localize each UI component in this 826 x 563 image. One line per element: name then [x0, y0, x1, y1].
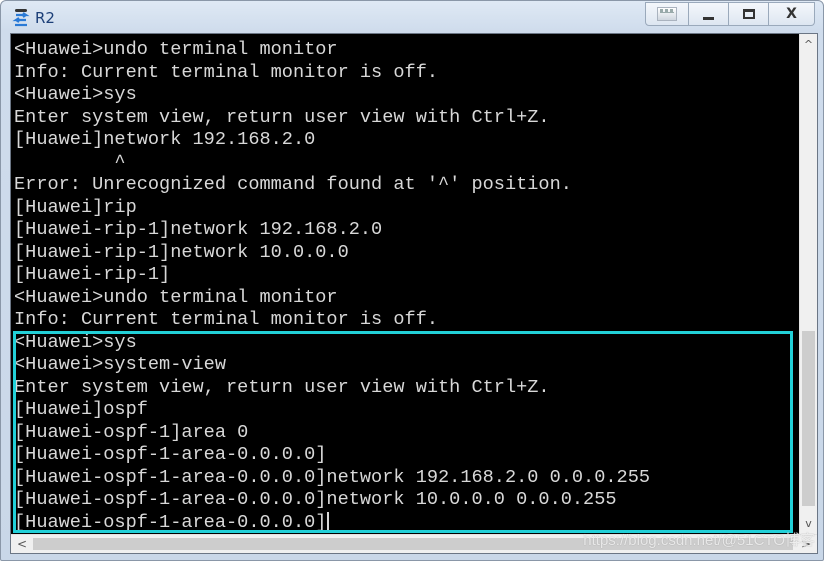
- horizontal-scroll-thumb[interactable]: [33, 538, 793, 550]
- terminal-line: [Huawei-rip-1]network 10.0.0.0: [14, 241, 349, 263]
- terminal-line: <Huawei>sys: [14, 84, 137, 105]
- terminal-line: [Huawei-rip-1]: [14, 264, 171, 285]
- terminal-line: ^: [14, 151, 126, 173]
- title-bar[interactable]: R2 X: [1, 1, 823, 33]
- terminal-line: <Huawei>undo terminal monitor: [14, 286, 338, 308]
- chevron-right-icon: >: [800, 537, 812, 551]
- minimize-button[interactable]: [689, 2, 729, 26]
- terminal-line: <Huawei>sys: [14, 331, 137, 353]
- terminal-line: [Huawei]ospf: [14, 399, 148, 420]
- maximize-icon: [742, 9, 755, 19]
- terminal-line: [Huawei-ospf-1-area-0.0.0.0]network 192.…: [14, 466, 651, 488]
- scroll-up-button[interactable]: ^: [800, 36, 817, 53]
- window-controls: X: [645, 2, 815, 26]
- terminal-line: [Huawei]network 192.168.2.0: [14, 129, 316, 150]
- terminal-lines: <Huawei>undo terminal monitor Info: Curre…: [14, 39, 650, 534]
- terminal-line: [Huawei-ospf-1-area-0.0.0.0]network 10.0…: [14, 489, 617, 510]
- terminal-line: <Huawei>undo terminal monitor: [14, 39, 338, 60]
- terminal-line: [Huawei-rip-1]network 192.168.2.0: [14, 219, 383, 240]
- console-client-area: <Huawei>undo terminal monitor Info: Curre…: [10, 33, 818, 554]
- scroll-down-button[interactable]: v: [800, 515, 817, 532]
- text-cursor: [327, 511, 330, 530]
- chevron-left-icon: <: [16, 537, 28, 551]
- vertical-scroll-thumb[interactable]: [802, 331, 815, 506]
- close-button[interactable]: X: [769, 2, 815, 26]
- horizontal-scrollbar[interactable]: < >: [11, 534, 817, 553]
- terminal-line: Error: Unrecognized command found at '^'…: [14, 174, 572, 195]
- router-console-icon: [12, 9, 30, 27]
- console-window: R2 X <Huawei>undo terminal monitor Info: …: [0, 0, 824, 561]
- scroll-right-button[interactable]: >: [797, 535, 815, 553]
- snap-button[interactable]: [645, 2, 689, 26]
- terminal-line: [Huawei-ospf-1-area-0.0.0.0]: [14, 511, 650, 535]
- chevron-down-icon: v: [805, 517, 812, 530]
- vertical-scrollbar[interactable]: ^ v: [799, 34, 817, 534]
- minimize-icon: [703, 16, 714, 20]
- chevron-up-icon: ^: [803, 38, 814, 51]
- terminal-line: [Huawei-ospf-1]area 0: [14, 421, 249, 443]
- terminal-line: [Huawei]rip: [14, 196, 137, 218]
- close-icon: X: [786, 6, 797, 22]
- maximize-button[interactable]: [729, 2, 769, 26]
- terminal-line: Info: Current terminal monitor is off.: [14, 309, 439, 330]
- terminal-output[interactable]: <Huawei>undo terminal monitor Info: Curre…: [11, 34, 799, 534]
- terminal-line: Enter system view, return user view with…: [14, 376, 550, 398]
- snap-icon: [657, 7, 677, 21]
- terminal-line: [Huawei-ospf-1-area-0.0.0.0]: [14, 444, 327, 465]
- scroll-left-button[interactable]: <: [13, 535, 31, 553]
- window-title: R2: [35, 9, 55, 27]
- terminal-line: Info: Current terminal monitor is off.: [14, 61, 439, 83]
- terminal-line: Enter system view, return user view with…: [14, 106, 550, 128]
- terminal-line: <Huawei>system-view: [14, 354, 227, 375]
